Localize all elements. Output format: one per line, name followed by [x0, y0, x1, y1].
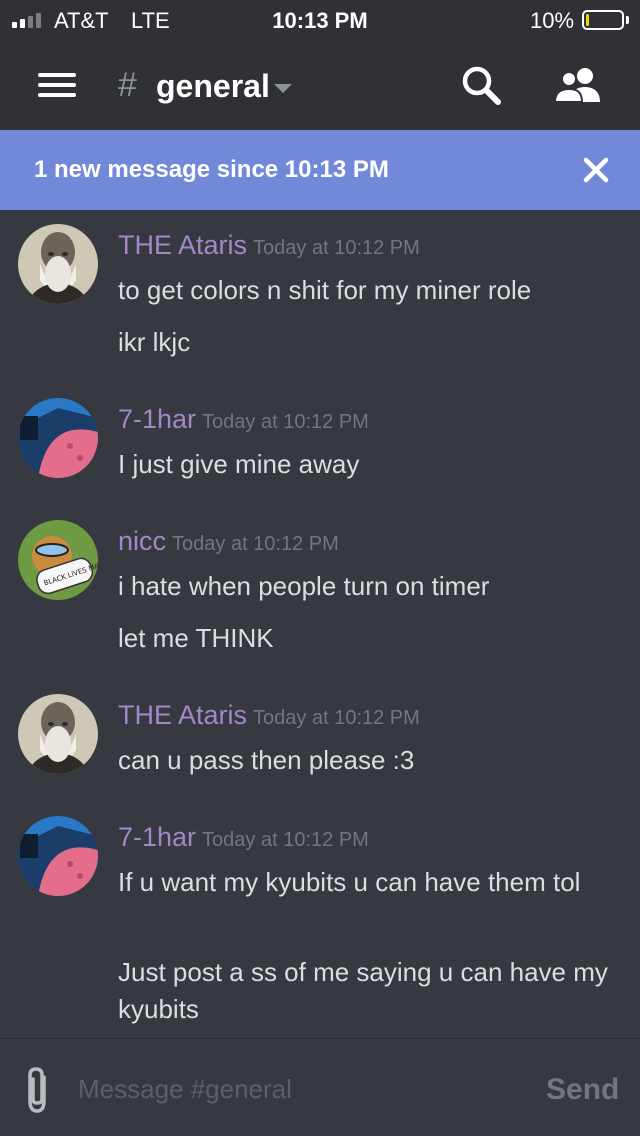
message-text: I just give mine away [118, 449, 360, 479]
new-messages-text: 1 new message since 10:13 PM [34, 156, 389, 183]
send-button[interactable]: Send [546, 1073, 619, 1107]
chevron-down-icon[interactable] [274, 84, 292, 93]
avatar[interactable] [18, 816, 98, 896]
search-icon[interactable] [460, 64, 504, 108]
message-composer: Send [0, 1038, 640, 1136]
battery-icon [582, 10, 624, 30]
battery-percent: 10% [530, 8, 575, 33]
message-input[interactable] [78, 1067, 518, 1111]
message-timestamp: Today at 10:12 PM [202, 411, 369, 433]
avatar[interactable] [18, 694, 98, 774]
message-text: i hate when people turn on timer [118, 571, 490, 601]
battery-nub [626, 16, 629, 24]
message-text: to get colors n shit for my miner role [118, 275, 532, 305]
members-icon[interactable] [552, 64, 604, 108]
battery-level-fill [586, 14, 589, 26]
message-username[interactable]: 7-1har [118, 822, 196, 852]
message-username[interactable]: nicc [118, 526, 166, 556]
avatar[interactable]: BLACK LIVES MATTER [18, 520, 98, 600]
channel-header: # general [0, 40, 640, 130]
message-text: ikr lkjc [118, 327, 191, 357]
message-text: Just post a ss of me saying u can have m… [118, 957, 608, 1024]
hamburger-menu-icon[interactable] [38, 70, 78, 100]
message-timestamp: Today at 10:12 PM [253, 237, 420, 259]
message-username[interactable]: THE Ataris [118, 230, 247, 260]
message-username[interactable]: THE Ataris [118, 700, 247, 730]
message-timestamp: Today at 10:12 PM [172, 533, 339, 555]
close-icon[interactable] [580, 154, 612, 186]
message-timestamp: Today at 10:12 PM [253, 707, 420, 729]
message-username[interactable]: 7-1har [118, 404, 196, 434]
status-bar: AT&T LTE 10:13 PM 10% [0, 0, 640, 40]
channel-hash-icon: # [118, 66, 137, 104]
avatar[interactable] [18, 224, 98, 304]
message-text: let me THINK [118, 623, 274, 653]
paperclip-icon[interactable] [22, 1065, 54, 1115]
message-text: can u pass then please :3 [118, 745, 415, 775]
message-text: If u want my kyubits u can have them tol [118, 867, 581, 897]
message-timestamp: Today at 10:12 PM [202, 829, 369, 851]
new-messages-banner[interactable]: 1 new message since 10:13 PM [0, 130, 640, 210]
channel-title[interactable]: general [156, 68, 270, 105]
avatar[interactable] [18, 398, 98, 478]
